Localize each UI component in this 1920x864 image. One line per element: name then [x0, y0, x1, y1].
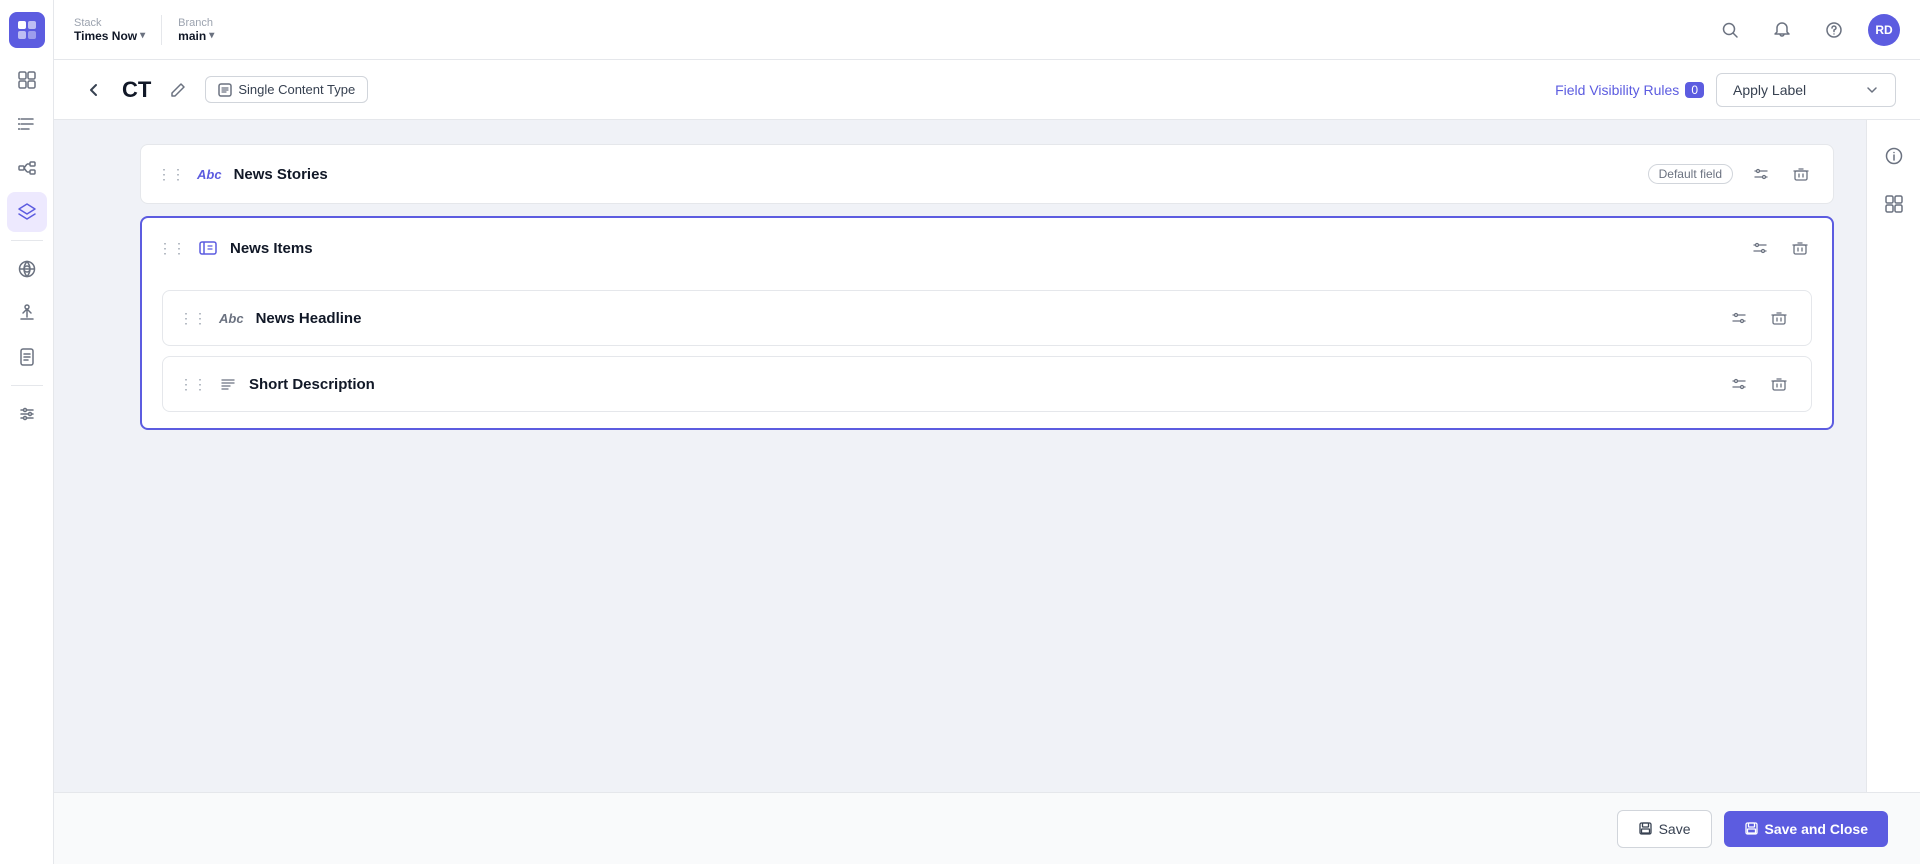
- topbar-right: RD: [1712, 12, 1900, 48]
- avatar[interactable]: RD: [1868, 14, 1900, 46]
- sidebar-item-list[interactable]: [7, 104, 47, 144]
- settings-action-news-stories[interactable]: [1745, 158, 1777, 190]
- field-name-news-stories: News Stories: [234, 166, 1636, 183]
- field-icon-news-items: [198, 238, 218, 258]
- page-title: CT: [122, 77, 151, 103]
- footer: Save Save and Close: [54, 792, 1920, 864]
- settings-action-news-items[interactable]: [1744, 232, 1776, 264]
- edit-title-button[interactable]: [163, 75, 193, 105]
- field-visibility-rules-button[interactable]: Field Visibility Rules 0: [1555, 82, 1704, 98]
- drag-handle-short-description[interactable]: ⋮⋮: [179, 376, 207, 393]
- topbar-divider: [161, 15, 162, 45]
- field-actions-news-stories: [1745, 158, 1817, 190]
- drag-handle-news-items[interactable]: ⋮⋮: [158, 240, 186, 257]
- visibility-count-badge: 0: [1685, 82, 1704, 98]
- drag-handle-news-stories[interactable]: ⋮⋮: [157, 166, 185, 183]
- settings-action-short-description[interactable]: [1723, 368, 1755, 400]
- field-icon-news-stories: Abc: [197, 167, 222, 182]
- content-type-selector[interactable]: Single Content Type: [205, 76, 368, 103]
- delete-action-news-stories[interactable]: [1785, 158, 1817, 190]
- delete-action-short-description[interactable]: [1763, 368, 1795, 400]
- field-name-short-description: Short Description: [249, 376, 1711, 393]
- field-row-news-headline: ⋮⋮ Abc News Headline: [162, 290, 1812, 346]
- field-name-news-items: News Items: [230, 240, 1732, 257]
- branch-label: Branch: [178, 17, 214, 29]
- notifications-button[interactable]: [1764, 12, 1800, 48]
- stack-label: Stack: [74, 17, 145, 29]
- topbar: Stack Times Now ▾ Branch main ▾: [54, 0, 1920, 60]
- field-row-news-stories: ⋮⋮ Abc News Stories Default field: [140, 144, 1834, 204]
- sidebar-item-settings[interactable]: [7, 394, 47, 434]
- group-children-news-items: ⋮⋮ Abc News Headline: [142, 290, 1832, 428]
- drag-handle-news-headline[interactable]: ⋮⋮: [179, 310, 207, 327]
- save-button[interactable]: Save: [1617, 810, 1712, 848]
- group-header-news-items: ⋮⋮ News Items: [142, 218, 1832, 278]
- stack-name: Times Now ▾: [74, 29, 145, 43]
- save-close-label: Save and Close: [1765, 821, 1869, 837]
- delete-action-news-items[interactable]: [1784, 232, 1816, 264]
- sidebar-divider-2: [11, 385, 43, 386]
- delete-action-news-headline[interactable]: [1763, 302, 1795, 334]
- app-logo[interactable]: [9, 12, 45, 48]
- content-header: CT Single Content Type Field Visibility …: [54, 60, 1920, 120]
- sidebar-item-schema[interactable]: [7, 148, 47, 188]
- settings-action-news-headline[interactable]: [1723, 302, 1755, 334]
- content-type-label: Single Content Type: [238, 82, 355, 97]
- field-actions-news-items: [1744, 232, 1816, 264]
- component-panel-button[interactable]: [1874, 184, 1914, 224]
- info-panel-button[interactable]: [1874, 136, 1914, 176]
- branch-selector[interactable]: Branch main ▾: [178, 17, 214, 43]
- sidebar-divider-1: [11, 240, 43, 241]
- field-icon-short-description: [219, 375, 237, 393]
- sidebar-item-audit[interactable]: [7, 337, 47, 377]
- default-field-badge: Default field: [1648, 164, 1733, 184]
- left-sidebar: [0, 0, 54, 864]
- branch-name: main ▾: [178, 29, 214, 43]
- field-actions-short-description: [1723, 368, 1795, 400]
- search-button[interactable]: [1712, 12, 1748, 48]
- sidebar-item-dashboard[interactable]: [7, 60, 47, 100]
- save-label: Save: [1659, 821, 1691, 837]
- help-button[interactable]: [1816, 12, 1852, 48]
- sidebar-item-deploy[interactable]: [7, 293, 47, 333]
- apply-label-text: Apply Label: [1733, 82, 1806, 98]
- main-content: ⋮⋮ Abc News Stories Default field: [108, 120, 1866, 864]
- right-panel: [1866, 120, 1920, 792]
- field-name-news-headline: News Headline: [256, 310, 1711, 327]
- sidebar-item-layers[interactable]: [7, 192, 47, 232]
- field-row-short-description: ⋮⋮ Short Description: [162, 356, 1812, 412]
- stack-selector[interactable]: Stack Times Now ▾: [74, 17, 145, 43]
- save-and-close-button[interactable]: Save and Close: [1724, 811, 1889, 847]
- sidebar-item-network[interactable]: [7, 249, 47, 289]
- visibility-rules-label: Field Visibility Rules: [1555, 82, 1679, 98]
- field-icon-news-headline: Abc: [219, 311, 244, 326]
- field-row-news-items: ⋮⋮ News Items: [140, 216, 1834, 430]
- field-actions-news-headline: [1723, 302, 1795, 334]
- apply-label-button[interactable]: Apply Label: [1716, 73, 1896, 107]
- back-button[interactable]: [78, 74, 110, 106]
